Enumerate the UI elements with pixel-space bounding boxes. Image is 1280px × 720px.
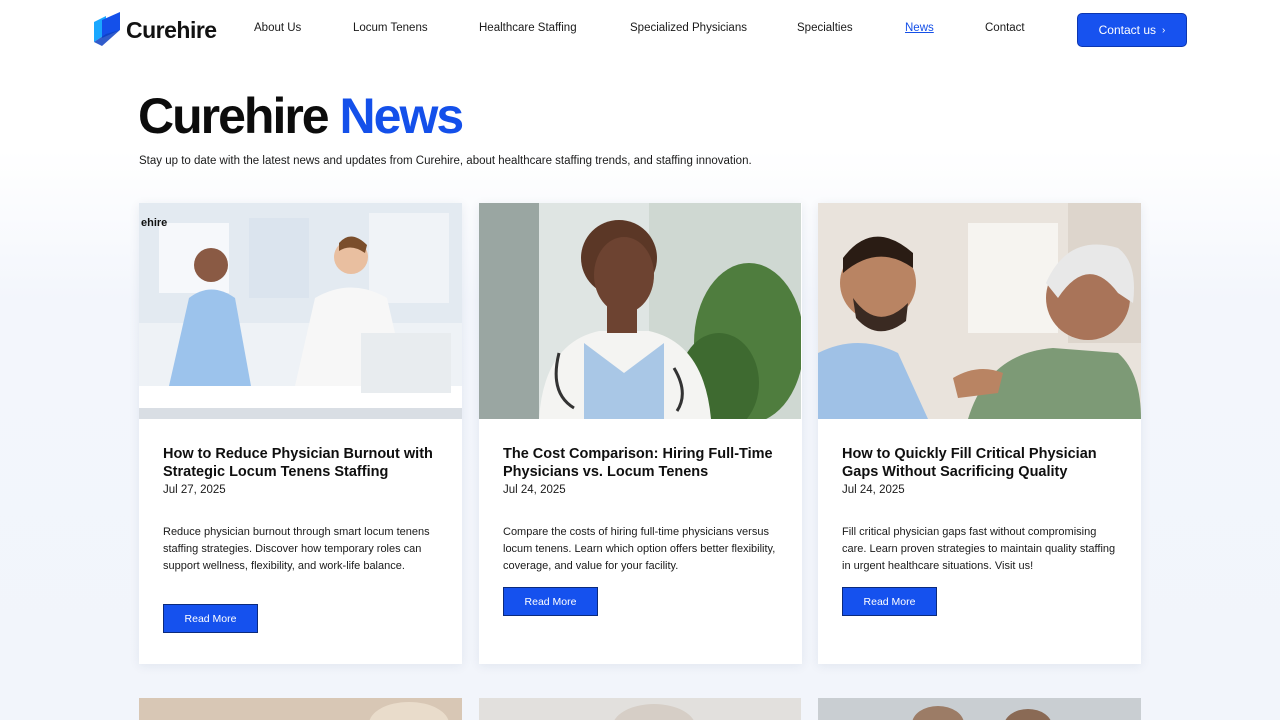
news-card-image-label: ehire [141,217,168,229]
news-card-date: Jul 24, 2025 [842,484,905,496]
read-more-button[interactable]: Read More [503,587,598,616]
news-card-description: Compare the costs of hiring full-time ph… [503,526,776,572]
nav-contact[interactable]: Contact [985,22,1025,34]
news-card-title[interactable]: How to Quickly Fill Critical Physician G… [842,446,1122,481]
page-subtitle: Stay up to date with the latest news and… [139,155,752,167]
news-card-title[interactable]: How to Reduce Physician Burnout with Str… [163,446,443,481]
news-card-description: Fill critical physician gaps fast withou… [842,526,1116,572]
nav-healthcare-staffing[interactable]: Healthcare Staffing [479,22,577,34]
news-card-title[interactable]: The Cost Comparison: Hiring Full-Time Ph… [503,446,783,481]
news-card-description: Reduce physician burnout through smart l… [163,526,430,572]
news-card: The Cost Comparison: Hiring Full-Time Ph… [479,203,802,664]
page-title-brand: Curehire [138,88,330,144]
contact-us-button[interactable]: Contact us › [1077,13,1187,47]
news-card-image[interactable] [479,698,802,720]
nav-about-us[interactable]: About Us [254,22,301,34]
page-title: Curehire News [138,86,465,146]
news-card-date: Jul 24, 2025 [503,484,566,496]
read-more-button[interactable]: Read More [842,587,937,616]
news-card: ehire How to Reduce Physician Burnout wi… [139,203,462,664]
contact-us-label: Contact us [1098,23,1157,37]
news-card-image[interactable]: ehire [139,203,462,419]
nav-locum-tenens[interactable]: Locum Tenens [353,22,428,34]
news-card: How to Quickly Fill Critical Physician G… [818,203,1141,664]
news-card-image[interactable] [818,698,1141,720]
news-card-image[interactable] [818,203,1141,419]
chevron-right-icon: › [1162,24,1166,36]
nav-specialized-physicians[interactable]: Specialized Physicians [630,22,747,34]
news-card-image[interactable] [139,698,462,720]
news-card-image[interactable] [479,203,802,419]
nav-specialties[interactable]: Specialties [797,22,853,34]
site-header: Curehire About Us Locum Tenens Healthcar… [0,0,1280,60]
page-title-accent: News [339,88,465,144]
nav-news[interactable]: News [905,22,934,34]
read-more-button[interactable]: Read More [163,604,258,633]
news-card-date: Jul 27, 2025 [163,484,226,496]
